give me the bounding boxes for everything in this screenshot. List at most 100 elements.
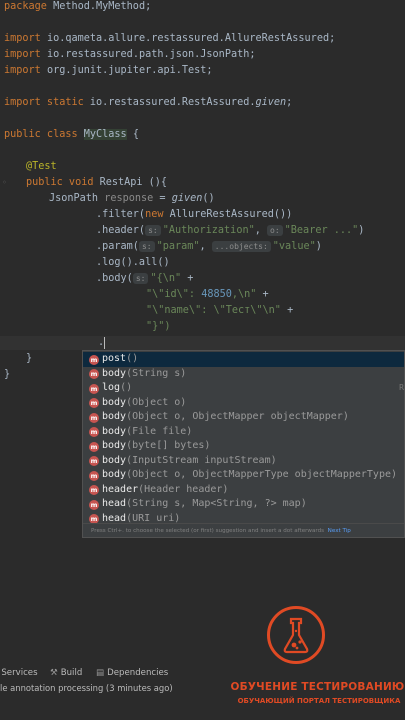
code-text: RestApi (){: [93, 177, 168, 188]
code-line-declaration: JsonPath response = given(): [49, 192, 215, 206]
completion-item-log[interactable]: m log() R: [83, 381, 404, 396]
brand-logo: [267, 606, 325, 664]
code-text: io.qameta.allure.restassured.AllureRestA…: [40, 33, 336, 44]
dependencies-tab[interactable]: ▤ Dependencies: [96, 665, 168, 681]
completion-footer: Press Ctrl+. to choose the selected (or …: [83, 523, 404, 537]
method-icon: m: [89, 369, 99, 379]
code-text: ,: [199, 241, 212, 252]
bottom-tool-window-bar: ▸Services ⚒Build ▤Dependencies: [0, 665, 405, 681]
code-line-param: .param(s: "param", ...objects: "value"): [96, 240, 322, 254]
build-label: Build: [60, 668, 83, 678]
code-text: .header(: [96, 225, 146, 236]
completion-item-body[interactable]: m body(Object o): [83, 396, 404, 411]
code-text: +: [256, 289, 269, 300]
parameter-hint: s:: [138, 241, 155, 252]
code-text: .param(: [96, 241, 139, 252]
completion-item-body[interactable]: m body(InputStream inputStream): [83, 454, 404, 469]
completion-method-params: (Object o, ObjectMapper objectMapper): [126, 411, 349, 422]
string-literal: "Bearer ...": [284, 225, 359, 236]
string-literal: "\"id\":: [146, 289, 202, 300]
code-text: given: [255, 97, 287, 108]
completion-item-body[interactable]: m body(Object o, ObjectMapper objectMappe…: [83, 410, 404, 425]
code-line-class: public class MyClass {: [4, 128, 139, 142]
keyword: new: [145, 209, 164, 220]
method-icon: m: [89, 354, 99, 365]
method-icon: m: [89, 470, 99, 481]
method-icon: m: [89, 499, 99, 510]
text-caret: [104, 337, 105, 349]
completion-tip-text: Press Ctrl+. to choose the selected (or …: [91, 528, 325, 534]
completion-method-params: (Object o): [126, 396, 187, 408]
current-line-highlight: [0, 336, 405, 350]
annotation: @Test: [26, 161, 57, 172]
flask-icon: [283, 617, 309, 654]
code-line-class-close: }: [4, 368, 10, 382]
string-literal: "value": [272, 241, 316, 252]
code-line-method: public void RestApi (){: [26, 176, 167, 190]
code-text: .body(: [96, 273, 133, 284]
completion-item-text: header(Header header): [102, 483, 228, 498]
completion-item-text: body(Object o): [102, 396, 186, 411]
method-icon: m: [89, 412, 99, 423]
parameter-hint: s:: [145, 225, 161, 236]
completion-method-params: (): [120, 382, 133, 393]
services-label: Services: [1, 668, 38, 678]
completion-method-params: (File file): [126, 425, 193, 437]
status-bar-message: le annotation processing (3 minutes ago): [0, 683, 173, 693]
completion-method-params: (String s): [126, 367, 187, 379]
number-literal: 48850: [201, 289, 232, 300]
code-editor[interactable]: package Method.MyMethod; import io.qamet…: [0, 0, 405, 655]
completion-popup[interactable]: m post() m body(String s) m log() Rm body(Objec…: [82, 350, 405, 538]
completion-method-params: (InputStream inputStream): [126, 454, 277, 466]
build-tab[interactable]: ⚒ Build: [50, 665, 82, 681]
keyword: public class: [4, 129, 78, 140]
code-text: .filter(: [96, 209, 146, 220]
variable: response: [98, 193, 154, 204]
string-literal: "Authorization": [162, 225, 255, 236]
code-text: ): [358, 225, 365, 236]
code-text: JsonPath: [49, 193, 99, 204]
completion-item-post[interactable]: m post(): [83, 352, 404, 367]
code-text: org.junit.jupiter.api.Test;: [40, 65, 213, 76]
code-line-import-static: import static io.restassured.RestAssured…: [4, 96, 292, 110]
next-tip-link[interactable]: Next Tip: [328, 528, 351, 534]
completion-item-text: body(File file): [102, 425, 192, 440]
completion-method-params: (Header header): [138, 483, 229, 495]
code-line-header: .header(s: "Authorization", o: "Bearer ...…: [96, 224, 364, 238]
completion-item-body[interactable]: m body(byte[] bytes): [83, 439, 404, 454]
code-line-import: import io.restassured.path.json.JsonPath…: [4, 48, 255, 62]
string-literal: "{\n": [150, 273, 182, 284]
keyword: import: [4, 65, 41, 76]
completion-item-body[interactable]: m body(String s): [83, 367, 404, 382]
brand-title: ОБУЧЕНИЕ ТЕСТИРОВАНИЮ: [230, 681, 405, 693]
completion-item-header[interactable]: m header(Header header): [83, 483, 404, 498]
completion-method-params: (byte[] bytes): [126, 440, 211, 451]
code-line-annotation: @Test: [26, 160, 57, 174]
keyword: public void: [26, 177, 94, 188]
code-text: .log().all(): [96, 257, 170, 268]
completion-method-name: log: [102, 382, 121, 393]
code-line-import: import org.junit.jupiter.api.Test;: [4, 64, 213, 78]
code-line-body-3: "\"name\": \"Тест\"\n" +: [146, 304, 293, 318]
completion-method-name: post: [102, 353, 127, 364]
services-tab[interactable]: ▸Services: [0, 665, 38, 681]
completion-item-head[interactable]: m head(String s, Map<String, ?> map): [83, 497, 404, 512]
completion-item-text: body(Object o, ObjectMapper objectMapper…: [102, 410, 349, 425]
method-icon: m: [89, 485, 99, 495]
completion-item-body[interactable]: m body(File file): [83, 425, 404, 440]
completion-item-text: body(Object o, ObjectMapperType objectMa…: [102, 468, 397, 483]
string-literal: "param": [156, 241, 200, 252]
code-line-body-4: "}"): [146, 320, 171, 334]
code-text: (): [202, 193, 215, 204]
code-text: }: [26, 353, 33, 364]
gutter-run-icon[interactable]: ◦: [2, 178, 7, 187]
code-line-package: package Method.MyMethod;: [4, 0, 151, 14]
completion-item-body[interactable]: m body(Object o, ObjectMapperType objectM…: [83, 468, 404, 483]
code-text: io.restassured.RestAssured.: [83, 97, 256, 108]
completion-method-name: body: [102, 440, 127, 451]
parameter-hint: o:: [267, 225, 283, 236]
completion-method-name: head: [102, 498, 127, 509]
keyword: import: [4, 49, 41, 60]
completion-method-name: body: [102, 396, 127, 408]
keyword: package: [4, 1, 47, 12]
